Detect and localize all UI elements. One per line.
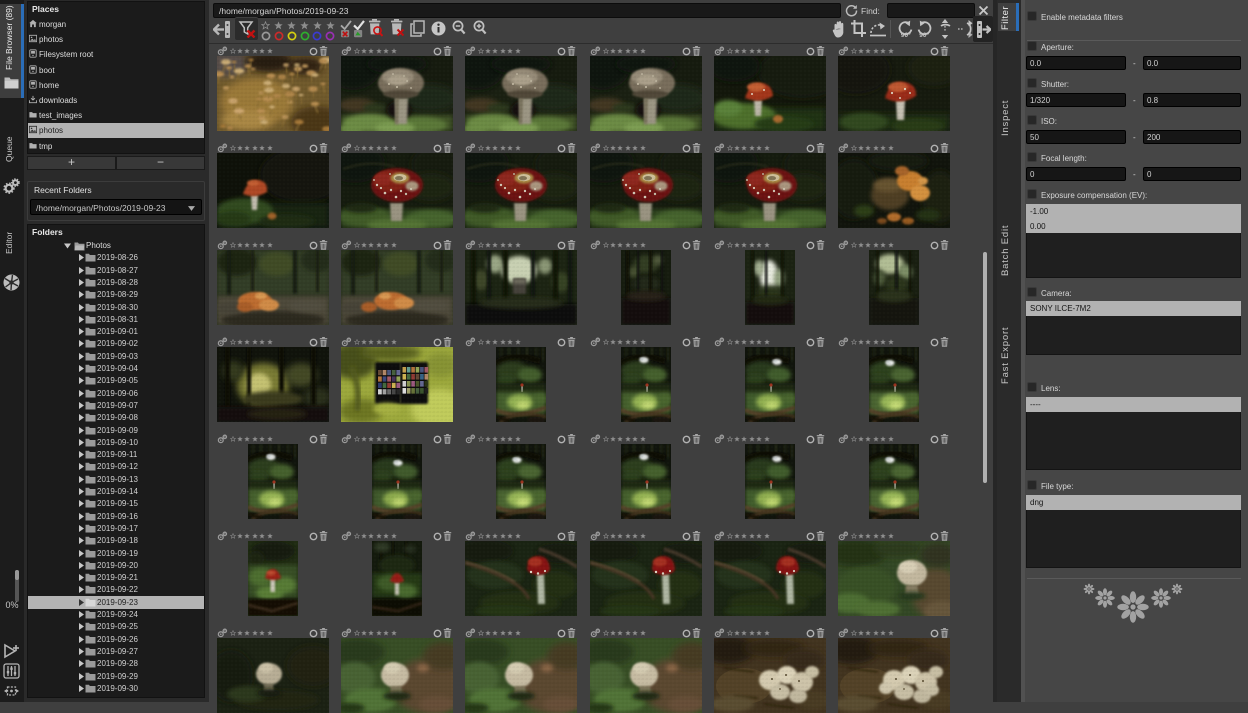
svg-text:90°: 90° bbox=[919, 31, 929, 38]
svg-text:90°: 90° bbox=[901, 31, 911, 38]
